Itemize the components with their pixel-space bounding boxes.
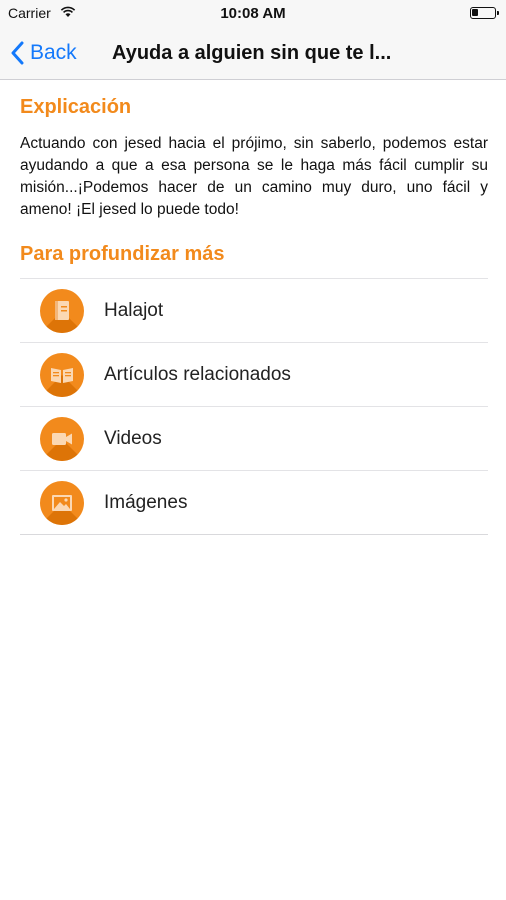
list-item-imagenes[interactable]: Imágenes <box>20 471 488 535</box>
profundizar-list: Halajot Artículos relacionados Videos Im… <box>20 278 488 535</box>
video-camera-icon <box>40 416 84 461</box>
list-item-label: Videos <box>104 427 162 449</box>
explicacion-text: Actuando con jesed hacia el prójimo, sin… <box>20 135 488 218</box>
list-item-label: Imágenes <box>104 491 188 513</box>
list-item-articulos[interactable]: Artículos relacionados <box>20 343 488 407</box>
content: Explicación Actuando con jesed hacia el … <box>20 80 488 535</box>
list-item-label: Artículos relacionados <box>104 363 291 385</box>
page-title: Ayuda a alguien sin que te l... <box>112 42 392 64</box>
profundizar-title: Para profundizar más <box>20 243 225 265</box>
image-icon <box>40 480 84 525</box>
halajot-book-icon <box>40 288 84 333</box>
status-bar: Carrier 10:08 AM <box>0 0 506 28</box>
open-book-icon <box>40 352 84 397</box>
battery-icon <box>470 7 499 19</box>
back-button[interactable]: Back <box>10 38 77 68</box>
list-item-videos[interactable]: Videos <box>20 407 488 471</box>
clock: 10:08 AM <box>220 5 286 22</box>
chevron-left-icon <box>11 41 24 65</box>
explicacion-title: Explicación <box>20 96 132 118</box>
navigation-bar: Back Ayuda a alguien sin que te l... <box>0 28 506 80</box>
back-label: Back <box>30 41 77 64</box>
list-item-halajot[interactable]: Halajot <box>20 279 488 343</box>
list-item-label: Halajot <box>104 299 164 321</box>
